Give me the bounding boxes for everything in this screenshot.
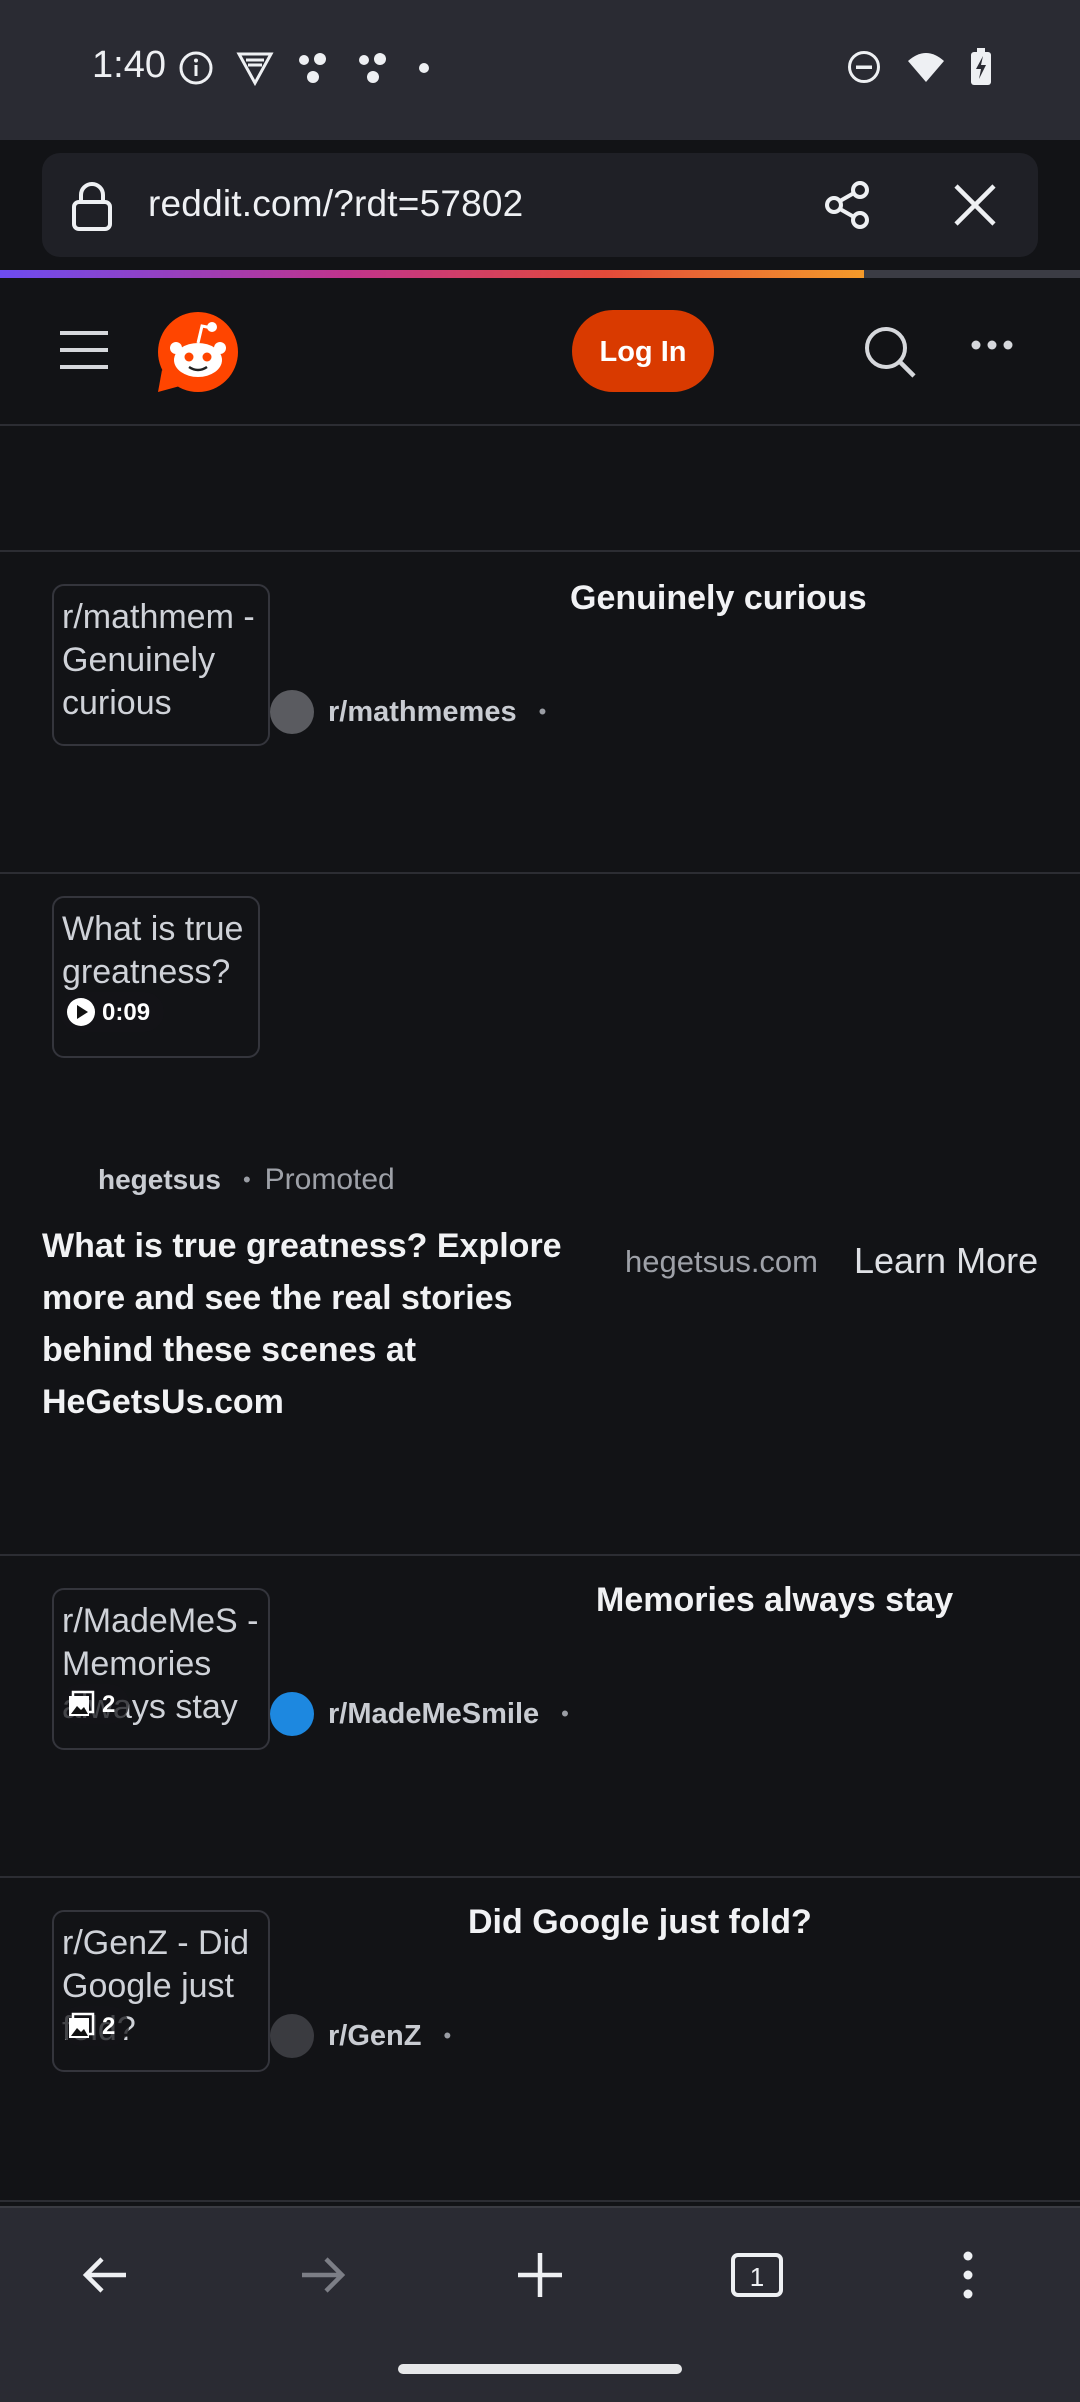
subreddit-name[interactable]: r/mathmemes (328, 696, 517, 729)
status-icons-left (178, 50, 432, 91)
separator-dot: • (538, 699, 547, 724)
wifi-icon (906, 49, 946, 90)
subreddit-avatar[interactable] (270, 1692, 314, 1736)
lock-icon[interactable] (70, 181, 114, 236)
promoted-label: Promoted (264, 1163, 395, 1196)
new-tab-icon[interactable] (515, 2250, 565, 2305)
separator-dot: • (242, 1167, 251, 1192)
dot-icon (416, 50, 432, 91)
battery-charging-icon (970, 48, 992, 91)
assistant-icon (356, 50, 394, 91)
play-icon (67, 998, 95, 1026)
status-bar: 1:40 (0, 0, 1080, 140)
gallery-count-badge: 2 (60, 2006, 130, 2046)
status-time: 1:40 (92, 44, 166, 86)
post-card[interactable]: r/MadeMeS - Memories always stay 2 Memor… (0, 1556, 1080, 1878)
subreddit-row[interactable]: r/MadeMeSmile • (270, 1692, 569, 1736)
post-title[interactable]: Genuinely curious (570, 579, 867, 618)
menu-icon[interactable] (962, 2250, 974, 2305)
reddit-logo-icon[interactable] (156, 310, 240, 394)
subreddit-row[interactable]: r/GenZ • (270, 2014, 451, 2058)
page-load-progress-fill (0, 270, 864, 278)
video-duration-badge: 0:09 (60, 992, 165, 1032)
reddit-header: Log In (0, 278, 1080, 426)
page-load-progress (0, 270, 1080, 278)
gallery-count: 2 (102, 2012, 116, 2040)
post-title[interactable]: Memories always stay (596, 1581, 953, 1620)
subreddit-avatar[interactable] (270, 690, 314, 734)
promoted-meta: hegetsus • Promoted (98, 1163, 395, 1197)
tab-count: 1 (750, 2262, 764, 2292)
url-text[interactable]: reddit.com/?rdt=57802 (148, 183, 523, 225)
forward-icon[interactable] (298, 2250, 348, 2305)
login-button[interactable]: Log In (572, 310, 714, 392)
gallery-icon (69, 1690, 95, 1716)
back-icon[interactable] (80, 2250, 130, 2305)
gallery-thumbnail[interactable]: r/MadeMeS - Memories always stay 2 (52, 1588, 270, 1750)
post-card[interactable]: r/mathmem - Genuinely curious Genuinely … (0, 552, 1080, 874)
separator-dot: • (443, 2023, 452, 2048)
promoted-post-card[interactable]: What is true greatness? 0:09 (0, 874, 1080, 1556)
thumbnail-text: What is true greatness? (62, 910, 244, 991)
assistant-icon (296, 50, 334, 91)
subreddit-avatar[interactable] (270, 2014, 314, 2058)
home-indicator[interactable] (398, 2364, 682, 2374)
vpn-icon (236, 50, 274, 91)
close-icon[interactable] (950, 180, 1000, 235)
promoted-domain[interactable]: hegetsus.com (625, 1244, 818, 1280)
do-not-disturb-icon (846, 49, 882, 90)
subreddit-row[interactable]: r/mathmemes • (270, 690, 546, 734)
url-bar[interactable]: reddit.com/?rdt=57802 (42, 153, 1038, 257)
status-icons-right (846, 48, 992, 91)
more-options-icon[interactable] (970, 338, 1014, 356)
post-thumbnail[interactable]: r/mathmem - Genuinely curious (52, 584, 270, 746)
learn-more-button[interactable]: Learn More (854, 1240, 1038, 1282)
tab-switcher-icon[interactable]: 1 (730, 2250, 784, 2305)
search-icon[interactable] (862, 324, 918, 385)
hamburger-menu-icon[interactable] (60, 330, 108, 375)
post-card[interactable]: r/GenZ - Did Google just fold? 2 Did Goo… (0, 1878, 1080, 2202)
gallery-icon (69, 2012, 95, 2038)
share-icon[interactable] (823, 180, 873, 235)
subreddit-name[interactable]: r/GenZ (328, 2020, 421, 2053)
thumbnail-text: r/mathmem - Genuinely curious (62, 598, 255, 722)
info-icon (178, 50, 214, 91)
subreddit-name[interactable]: r/MadeMeSmile (328, 1698, 539, 1731)
promoted-post-title[interactable]: What is true greatness? Explore more and… (42, 1220, 582, 1428)
gallery-count-badge: 2 (60, 1684, 130, 1724)
post-title[interactable]: Did Google just fold? (468, 1903, 812, 1942)
feed-spacer (0, 426, 1080, 552)
video-thumbnail[interactable]: What is true greatness? 0:09 (52, 896, 260, 1058)
advertiser-name[interactable]: hegetsus (98, 1164, 221, 1196)
video-duration: 0:09 (102, 998, 151, 1026)
separator-dot: • (561, 1701, 569, 1726)
gallery-count: 2 (102, 1690, 116, 1718)
gallery-thumbnail[interactable]: r/GenZ - Did Google just fold? 2 (52, 1910, 270, 2072)
